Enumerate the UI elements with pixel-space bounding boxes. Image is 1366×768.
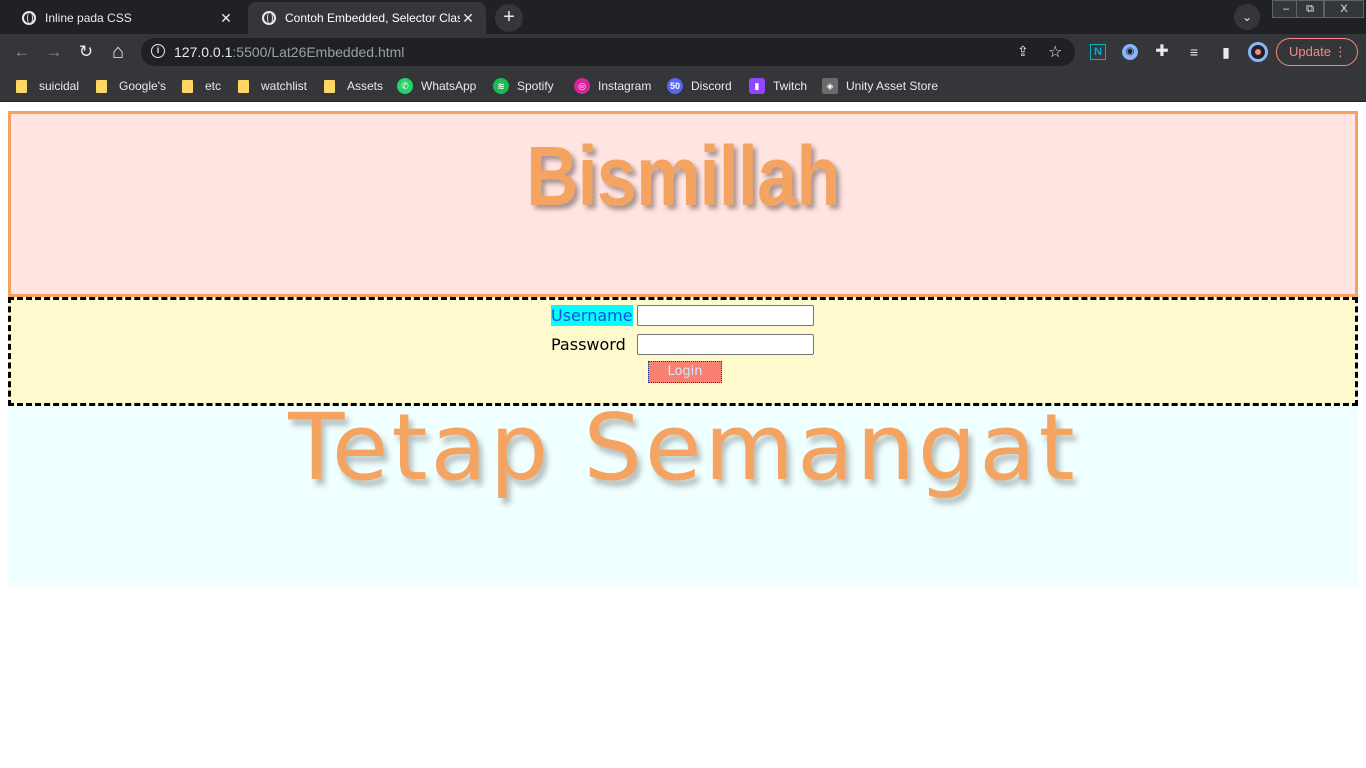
username-label-text: Username [551, 305, 633, 326]
username-label: Username [551, 305, 637, 326]
restore-button[interactable]: ⧉ [1296, 0, 1324, 18]
globe-icon [262, 11, 276, 25]
bookmark-label: Assets [347, 79, 384, 93]
browser-toolbar: ← → ↻ ⌂ i 127.0.0.1:5500/Lat26Embedded.h… [0, 34, 1366, 70]
menu-dots-icon[interactable]: ⋮ [1334, 39, 1347, 65]
tab-close-icon[interactable]: ✕ [218, 10, 234, 27]
bookmark-etc[interactable]: etc [182, 76, 221, 96]
login-button[interactable]: Login [648, 361, 722, 383]
bookmark-label: Unity Asset Store [846, 79, 939, 93]
tab-title: Inline pada CSS [45, 11, 132, 25]
profile-avatar-icon[interactable] [1248, 42, 1268, 62]
folder-icon [182, 79, 193, 93]
whatsapp-icon: ✆ [397, 78, 413, 94]
tab-search-button[interactable]: ⌄ [1234, 4, 1260, 30]
new-tab-button[interactable]: + [495, 4, 523, 32]
bookmark-label: Google's [119, 79, 166, 93]
bookmark-instagram[interactable]: ◎ Instagram [574, 76, 651, 96]
url-text[interactable]: 127.0.0.1:5500/Lat26Embedded.html [174, 44, 404, 60]
instagram-icon: ◎ [574, 78, 590, 94]
home-button[interactable]: ⌂ [106, 40, 130, 64]
bookmark-label: watchlist [261, 79, 308, 93]
bookmark-unity-asset-store[interactable]: ◈ Unity Asset Store [822, 76, 938, 96]
bookmark-twitch[interactable]: ▮ Twitch [749, 76, 807, 96]
bookmark-assets[interactable]: Assets [324, 76, 383, 96]
twitch-icon: ▮ [749, 78, 765, 94]
tab-strip: Inline pada CSS ✕ Contoh Embedded, Selec… [0, 0, 1366, 34]
username-row: Username [551, 305, 814, 326]
bookmark-label: Discord [691, 79, 732, 93]
password-label: Password [551, 335, 626, 354]
discord-icon: 50 [667, 78, 683, 94]
bookmark-watchlist[interactable]: watchlist [238, 76, 307, 96]
tab-title: Contoh Embedded, Selector Class [285, 11, 460, 25]
extensions-puzzle-icon[interactable]: ✚ [1152, 42, 1172, 62]
bookmark-label: Instagram [598, 79, 652, 93]
unity-icon: ◈ [822, 78, 838, 94]
update-button[interactable]: Update ⋮ [1276, 38, 1358, 66]
globe-icon [22, 11, 36, 25]
bookmark-label: suicidal [39, 79, 80, 93]
footer-section: Tetap Semangat [8, 394, 1358, 586]
bookmark-suicidal[interactable]: suicidal [16, 76, 79, 96]
password-input[interactable] [637, 334, 814, 355]
extension-n-icon[interactable]: N [1090, 44, 1106, 60]
bookmarks-bar: suicidal Google's etc watchlist Assets ✆… [0, 70, 1366, 102]
reload-button[interactable]: ↻ [74, 40, 98, 64]
folder-icon [324, 79, 335, 93]
bookmark-googles[interactable]: Google's [96, 76, 166, 96]
tab-embedded[interactable]: Contoh Embedded, Selector Class ✕ [248, 2, 486, 34]
page-viewport: Bismillah Username Password Login Tetap … [0, 103, 1366, 768]
username-input[interactable] [637, 305, 814, 326]
bookmark-star-icon[interactable]: ☆ [1048, 42, 1062, 62]
bookmark-label: WhatsApp [421, 79, 477, 93]
bookmark-label: Spotify [517, 79, 554, 93]
folder-icon [16, 79, 27, 93]
bookmark-label: etc [205, 79, 222, 93]
back-button[interactable]: ← [10, 40, 34, 64]
url-path: :5500/Lat26Embedded.html [232, 44, 405, 60]
page-title: Bismillah [526, 129, 840, 223]
bookmark-spotify[interactable]: ≋ Spotify [493, 76, 554, 96]
header-section: Bismillah [8, 111, 1358, 297]
tab-close-icon[interactable]: ✕ [460, 10, 476, 27]
media-queue-icon[interactable]: ≡ [1184, 42, 1204, 62]
spotify-icon: ≋ [493, 78, 509, 94]
login-form: Username Password Login [8, 297, 1358, 406]
folder-icon [96, 79, 107, 93]
password-row: Password [551, 334, 814, 355]
close-window-button[interactable]: X [1324, 0, 1364, 18]
footer-heading: Tetap Semangat [288, 394, 1078, 501]
address-bar[interactable]: i 127.0.0.1:5500/Lat26Embedded.html ⇪ ☆ [141, 38, 1075, 66]
bookmark-label: Twitch [773, 79, 808, 93]
bookmark-whatsapp[interactable]: ✆ WhatsApp [397, 76, 476, 96]
bookmark-discord[interactable]: 50 Discord [667, 76, 732, 96]
forward-button[interactable]: → [42, 40, 66, 64]
url-host: 127.0.0.1 [174, 44, 233, 60]
tab-inline-css[interactable]: Inline pada CSS ✕ [8, 2, 244, 34]
share-icon[interactable]: ⇪ [1017, 43, 1029, 60]
side-panel-icon[interactable]: ▮ [1216, 42, 1236, 62]
folder-icon [238, 79, 249, 93]
lens-extension-icon[interactable]: ◉ [1122, 44, 1138, 60]
site-info-icon[interactable]: i [151, 44, 165, 58]
update-label: Update [1289, 44, 1331, 59]
